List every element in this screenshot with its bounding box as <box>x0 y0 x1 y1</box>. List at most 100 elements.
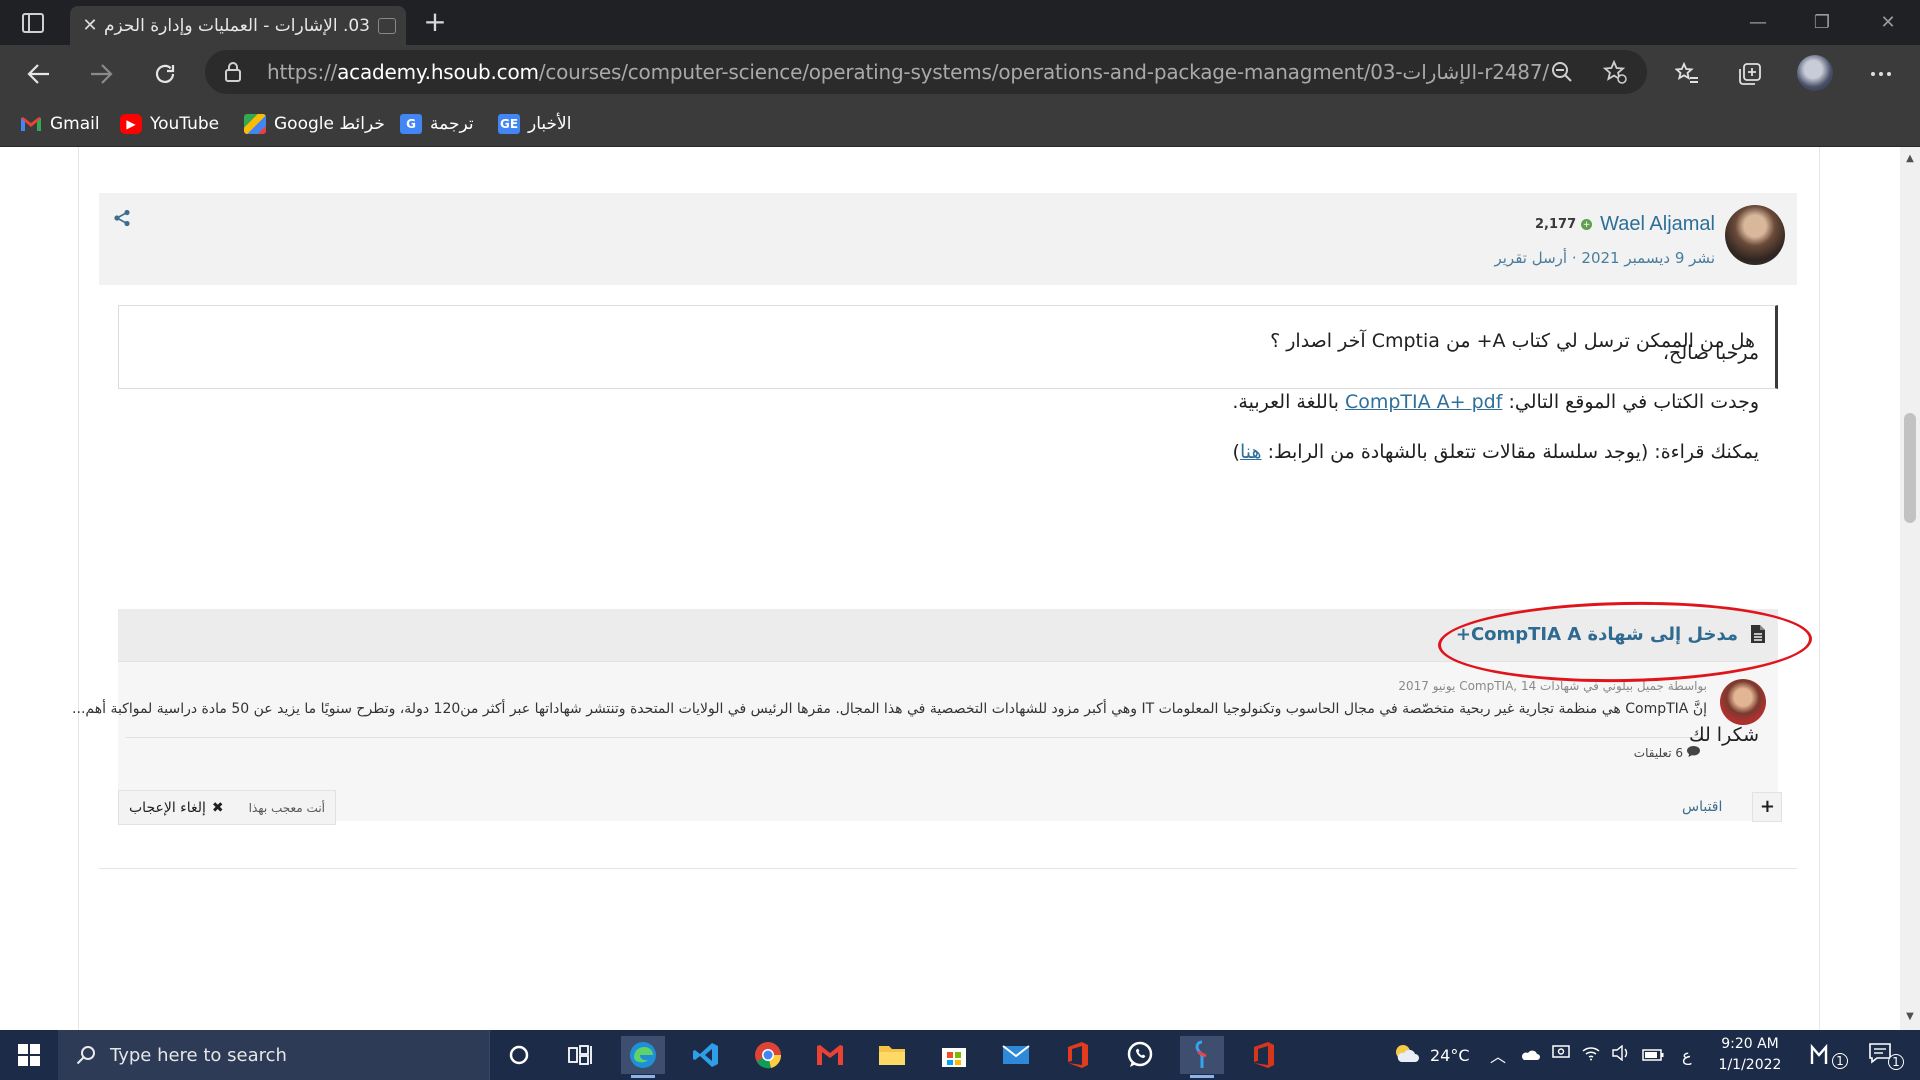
favorites-icon[interactable] <box>1670 57 1704 91</box>
quote-link[interactable]: اقتباس <box>1682 799 1722 815</box>
bookmark-youtube[interactable]: ▶ YouTube <box>120 111 219 137</box>
clock-time: 9:20 AM <box>1721 1036 1779 1052</box>
cortana-icon[interactable] <box>497 1036 541 1074</box>
liked-status: أنت معجب بهذا <box>248 800 325 815</box>
share-icon[interactable] <box>113 209 135 231</box>
embed-author-avatar[interactable] <box>1720 679 1766 725</box>
address-bar[interactable]: https://academy.hsoub.com/courses/comput… <box>205 50 1647 94</box>
bookmarks-bar: Gmail ▶ YouTube Google خرائط G ترجمة GE … <box>0 101 1920 147</box>
search-icon <box>76 1045 96 1065</box>
post-date: نشر 9 ديسمبر 2021 <box>1581 249 1715 267</box>
onedrive-cloud-icon[interactable] <box>1520 1046 1541 1065</box>
profile-avatar[interactable] <box>1797 55 1833 91</box>
report-link[interactable]: أرسل تقرير <box>1494 249 1567 267</box>
page-viewport: 2,177 + Wael Aljamal نشر 9 ديسمبر 2021 ·… <box>0 147 1900 1030</box>
url-host: academy.hsoub.com <box>337 60 539 84</box>
weather-tray[interactable]: 24°C <box>1392 1030 1470 1080</box>
url-path: /courses/computer-science/operating-syst… <box>538 60 1549 84</box>
address-url[interactable]: https://academy.hsoub.com/courses/comput… <box>267 60 1549 84</box>
author-avatar[interactable] <box>1725 205 1785 265</box>
chevron-up-icon[interactable]: ︿ <box>1490 1043 1506 1067</box>
mail-icon[interactable] <box>994 1036 1038 1074</box>
scroll-thumb[interactable] <box>1904 413 1916 523</box>
forward-button[interactable] <box>84 57 118 91</box>
pinned-app-icon[interactable] <box>1180 1036 1224 1078</box>
bookmark-label: Gmail <box>50 114 100 134</box>
battery-icon[interactable] <box>1642 1046 1664 1065</box>
bookmark-google-maps[interactable]: Google خرائط <box>244 111 385 137</box>
scroll-up-arrow[interactable]: ▲ <box>1904 153 1916 165</box>
comments-count: 6 تعليقات <box>1633 746 1683 760</box>
p1-text-before: وجدت الكتاب في الموقع التالي: <box>1508 391 1759 413</box>
quoted-question: هل من الممكن ترسل لي كتاب A+ من Cmptia آ… <box>118 305 1778 389</box>
author-line: 2,177 + Wael Aljamal <box>1535 213 1715 236</box>
bookmark-translate[interactable]: G ترجمة <box>400 111 474 137</box>
news-icon: GE <box>498 114 520 134</box>
p2-text-before: يمكنك قراءة: (يوجد سلسلة مقالات تتعلق با… <box>1267 441 1759 463</box>
minimize-button[interactable]: — <box>1738 8 1778 38</box>
scroll-down-arrow[interactable]: ▼ <box>1904 1011 1916 1023</box>
office-icon[interactable] <box>1056 1036 1100 1074</box>
reload-button[interactable] <box>148 57 182 91</box>
tab-title: 03. الإشارات - العمليات وإدارة الحزم <box>104 15 370 36</box>
windows-taskbar: Type here to search 24°C ︿ ع 9:20 AM 1/1… <box>0 1030 1920 1080</box>
lock-icon[interactable] <box>223 61 245 83</box>
p1-text-after: باللغة العربية. <box>1232 391 1339 413</box>
embed-excerpt: إنَّ CompTIA هي منظمة تجارية غير ربحية م… <box>72 701 1707 717</box>
chrome-icon[interactable] <box>746 1036 790 1074</box>
unlike-label: إلغاء الإعجاب <box>129 799 206 816</box>
network-device-icon[interactable] <box>1552 1045 1570 1065</box>
bookmark-gmail[interactable]: Gmail <box>20 111 100 137</box>
office-alt-icon[interactable] <box>1242 1036 1286 1074</box>
tab-actions-icon[interactable] <box>18 10 48 36</box>
post-separator <box>99 868 1797 869</box>
zoom-icon[interactable] <box>1547 58 1577 86</box>
store-icon[interactable] <box>932 1036 976 1074</box>
greeting-text: مرحبا صالح، <box>1662 342 1759 364</box>
meet-now-icon[interactable]: 1 <box>1810 1030 1848 1080</box>
start-button[interactable] <box>0 1030 58 1080</box>
post-header: 2,177 + Wael Aljamal نشر 9 ديسمبر 2021 ·… <box>99 193 1797 285</box>
bookmark-label: الأخبار <box>528 114 572 134</box>
taskbar-clock[interactable]: 9:20 AM 1/1/2022 <box>1704 1034 1796 1076</box>
volume-icon[interactable] <box>1612 1044 1630 1065</box>
gmail-app-icon[interactable] <box>808 1036 852 1074</box>
collections-icon[interactable] <box>1733 57 1767 91</box>
wifi-icon[interactable] <box>1582 1045 1600 1065</box>
taskbar-search[interactable]: Type here to search <box>58 1030 490 1080</box>
reputation-plus-icon: + <box>1581 219 1593 230</box>
more-menu-icon[interactable] <box>1864 57 1898 91</box>
search-placeholder: Type here to search <box>110 1044 287 1066</box>
close-window-button[interactable]: ✕ <box>1868 8 1908 38</box>
translate-icon: G <box>400 114 422 134</box>
add-favorite-icon[interactable] <box>1600 58 1630 86</box>
url-scheme: https:// <box>267 60 338 84</box>
comptia-pdf-link[interactable]: CompTIA A+ pdf <box>1345 391 1502 413</box>
youtube-icon: ▶ <box>120 114 142 134</box>
author-name-link[interactable]: Wael Aljamal <box>1600 213 1715 236</box>
thanks-text: شكرا لك <box>1688 724 1759 746</box>
here-link[interactable]: هنا <box>1240 441 1262 463</box>
multi-quote-button[interactable]: + <box>1752 791 1783 822</box>
embed-comments[interactable]: 6 تعليقات <box>1634 746 1700 760</box>
task-view-icon[interactable] <box>558 1036 602 1074</box>
input-language[interactable]: ع <box>1682 1046 1692 1065</box>
file-explorer-icon[interactable] <box>870 1036 914 1074</box>
notification-center[interactable]: 1 <box>1868 1030 1904 1080</box>
bookmark-news[interactable]: GE الأخبار <box>498 111 571 137</box>
maps-icon <box>244 114 266 134</box>
back-button[interactable] <box>22 57 56 91</box>
reputation-count: 2,177 <box>1535 217 1577 232</box>
vscode-icon[interactable] <box>684 1036 728 1074</box>
new-tab-button[interactable]: + <box>420 8 450 38</box>
unlike-button[interactable]: إلغاء الإعجاب ✖ <box>129 800 224 816</box>
page-scrollbar[interactable]: ▲ ▼ <box>1900 147 1920 1030</box>
edge-browser-icon[interactable] <box>621 1036 665 1078</box>
restore-button[interactable]: ❐ <box>1802 8 1842 38</box>
whatsapp-icon[interactable] <box>1118 1036 1162 1074</box>
tab-close-icon[interactable]: ✕ <box>80 15 100 36</box>
quote-action: اقتباس + <box>1682 789 1783 824</box>
reaction-box: إلغاء الإعجاب ✖ أنت معجب بهذا <box>118 790 336 825</box>
temperature: 24°C <box>1430 1045 1470 1065</box>
browser-tab-active[interactable]: ✕ 03. الإشارات - العمليات وإدارة الحزم <box>70 6 406 45</box>
